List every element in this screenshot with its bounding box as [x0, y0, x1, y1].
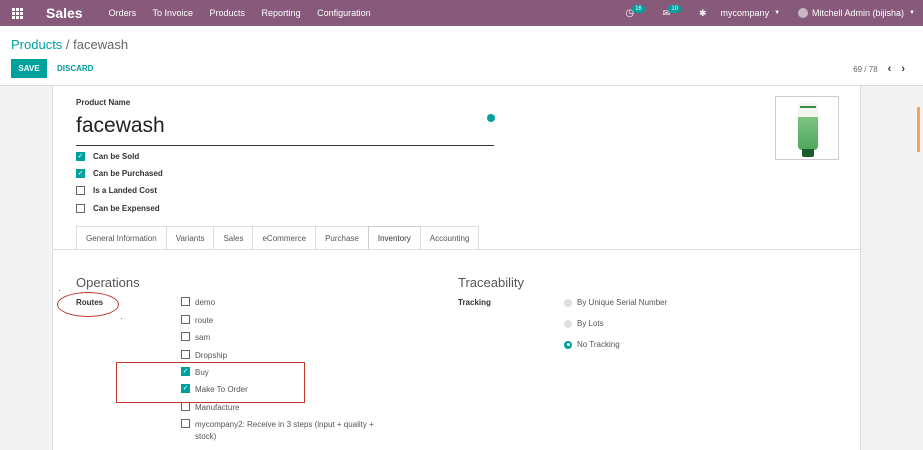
- route-label: mycompany2: Receive in 3 steps (input + …: [195, 419, 374, 443]
- radio-label: By Lots: [577, 319, 604, 328]
- company-name: mycompany: [720, 8, 770, 18]
- route-label: Dropship: [195, 351, 228, 360]
- menu-orders[interactable]: Orders: [109, 8, 137, 18]
- route-label: Manufacture: [195, 403, 240, 412]
- tab-variants[interactable]: Variants: [165, 226, 215, 249]
- avatar: [798, 8, 809, 18]
- route-label: sam: [195, 333, 211, 342]
- route-label: demo: [195, 298, 216, 307]
- globe-icon[interactable]: [487, 114, 495, 122]
- radio-unselected-icon[interactable]: [564, 319, 572, 328]
- tracking-serial-radio[interactable]: By Unique Serial Number: [564, 298, 667, 307]
- tab-sales[interactable]: Sales: [213, 226, 254, 249]
- activity-count-badge: 16: [632, 5, 645, 13]
- checkbox-unchecked-icon[interactable]: [181, 332, 190, 341]
- tab-accounting[interactable]: Accounting: [419, 226, 480, 249]
- breadcrumb: Products / facewash: [11, 37, 128, 52]
- notebook-tabs: General Information Variants Sales eComm…: [76, 226, 480, 249]
- product-image[interactable]: [775, 96, 839, 160]
- checkbox-unchecked-icon[interactable]: [181, 402, 190, 411]
- user-menu[interactable]: Mitchell Admin (bijisha) ▼: [798, 8, 915, 18]
- main-menu: Orders To Invoice Products Reporting Con…: [109, 8, 385, 18]
- is-landed-cost-checkbox[interactable]: Is a Landed Cost: [76, 186, 157, 195]
- product-name-label: Product Name: [76, 98, 131, 107]
- can-be-expensed-checkbox[interactable]: Can be Expensed: [76, 204, 160, 213]
- buy-mto-annotation-rect: [116, 362, 305, 403]
- control-panel: Products / facewash SAVE DISCARD 69 / 78…: [0, 26, 923, 86]
- can-be-purchased-checkbox[interactable]: Can be Purchased: [76, 169, 163, 178]
- tab-general-information[interactable]: General Information: [76, 226, 167, 249]
- company-switcher[interactable]: mycompany ▼: [721, 8, 780, 18]
- tab-inventory[interactable]: Inventory: [367, 226, 421, 249]
- checkbox-checked-icon[interactable]: [76, 169, 85, 178]
- pager: 69 / 78 ‹ ›: [853, 63, 905, 75]
- menu-configuration[interactable]: Configuration: [317, 8, 371, 18]
- can-be-purchased-label: Can be Purchased: [93, 169, 163, 178]
- chevron-right-icon[interactable]: ›: [901, 63, 905, 75]
- bug-icon: ✱: [699, 7, 707, 18]
- route-mycompany2-checkbox[interactable]: mycompany2: Receive in 3 steps (input + …: [181, 419, 374, 443]
- breadcrumb-current: facewash: [73, 37, 129, 52]
- save-button[interactable]: SAVE: [11, 59, 47, 78]
- tracking-label: Tracking: [458, 298, 491, 307]
- messages-count-badge: 10: [668, 5, 681, 13]
- debug-button[interactable]: ✱: [699, 8, 707, 19]
- tab-purchase[interactable]: Purchase: [315, 226, 369, 249]
- pager-value: 69 / 78: [853, 64, 878, 74]
- checkbox-unchecked-icon[interactable]: [181, 350, 190, 359]
- product-tube-image: [798, 103, 818, 157]
- stray-dot: [59, 290, 60, 291]
- tab-ecommerce[interactable]: eCommerce: [252, 226, 317, 249]
- traceability-section-title: Traceability: [458, 275, 524, 290]
- route-demo-checkbox[interactable]: demo: [181, 297, 215, 309]
- tracking-none-radio[interactable]: No Tracking: [564, 340, 620, 349]
- route-dropship-checkbox[interactable]: Dropship: [181, 350, 227, 362]
- can-be-expensed-label: Can be Expensed: [93, 204, 160, 213]
- route-route-checkbox[interactable]: route: [181, 315, 213, 327]
- operations-section-title: Operations: [76, 275, 140, 290]
- activity-button[interactable]: ◷ 16: [625, 5, 645, 19]
- tabs-divider: [53, 249, 862, 250]
- radio-label: No Tracking: [577, 340, 620, 349]
- product-name-input[interactable]: facewash: [76, 114, 494, 146]
- route-label-line1: mycompany2: Receive in 3 steps (input + …: [195, 420, 374, 429]
- app-brand[interactable]: Sales: [46, 5, 83, 21]
- scrollbar-accent[interactable]: [917, 107, 920, 152]
- caret-down-icon: ▼: [774, 10, 781, 16]
- discard-button[interactable]: DISCARD: [57, 59, 93, 78]
- caret-down-icon: ▼: [909, 10, 915, 16]
- radio-selected-icon[interactable]: [564, 340, 572, 349]
- route-sam-checkbox[interactable]: sam: [181, 332, 210, 344]
- menu-reporting[interactable]: Reporting: [262, 8, 301, 18]
- tracking-lots-radio[interactable]: By Lots: [564, 319, 604, 328]
- messages-button[interactable]: ✉ 10: [663, 5, 681, 19]
- checkbox-unchecked-icon[interactable]: [76, 186, 85, 195]
- top-navbar: Sales Orders To Invoice Products Reporti…: [0, 0, 923, 26]
- user-name: Mitchell Admin (bijisha): [812, 8, 905, 18]
- routes-annotation-ellipse: [57, 292, 119, 317]
- checkbox-checked-icon[interactable]: [76, 152, 85, 161]
- navbar-systray: ◷ 16 ✉ 10 ✱ mycompany ▼ Mitchell Admin (…: [625, 0, 923, 26]
- route-label: route: [195, 316, 214, 325]
- chevron-left-icon[interactable]: ‹: [888, 63, 892, 75]
- checkbox-unchecked-icon[interactable]: [181, 297, 190, 306]
- checkbox-unchecked-icon[interactable]: [181, 419, 190, 428]
- stray-dot: [121, 318, 122, 319]
- is-landed-cost-label: Is a Landed Cost: [93, 186, 158, 195]
- can-be-sold-label: Can be Sold: [93, 152, 140, 161]
- can-be-sold-checkbox[interactable]: Can be Sold: [76, 152, 139, 161]
- checkbox-unchecked-icon[interactable]: [181, 315, 190, 324]
- checkbox-unchecked-icon[interactable]: [76, 204, 85, 213]
- menu-to-invoice[interactable]: To Invoice: [152, 8, 193, 18]
- route-label-line2: stock): [195, 432, 217, 441]
- breadcrumb-parent-link[interactable]: Products: [11, 37, 62, 52]
- menu-products[interactable]: Products: [210, 8, 246, 18]
- radio-unselected-icon[interactable]: [564, 298, 572, 307]
- apps-menu-icon[interactable]: [4, 0, 30, 26]
- radio-label: By Unique Serial Number: [577, 298, 668, 307]
- breadcrumb-separator: /: [62, 37, 74, 52]
- route-manufacture-checkbox[interactable]: Manufacture: [181, 402, 239, 414]
